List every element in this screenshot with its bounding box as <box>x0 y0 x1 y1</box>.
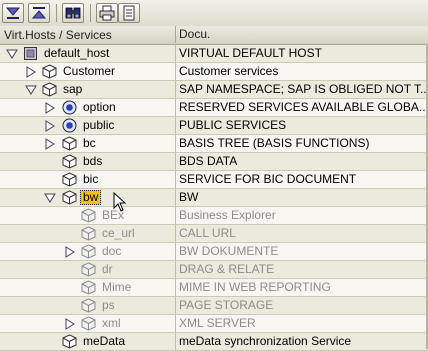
tree-row-bc[interactable]: bc BASIS TREE (BASIS FUNCTIONS) <box>0 135 428 153</box>
service-cube-icon <box>62 190 77 205</box>
tree-row-bds[interactable]: bds BDS DATA <box>0 153 428 171</box>
page-view-button[interactable] <box>118 3 140 23</box>
inactive-service-cube-icon <box>81 316 96 331</box>
service-tree: default_host VIRTUAL DEFAULT HOST Custom… <box>0 45 428 351</box>
expand-arrow-icon[interactable] <box>64 318 76 330</box>
expand-arrow-icon[interactable] <box>44 138 56 150</box>
inactive-service-cube-icon <box>81 280 96 295</box>
collapse-subtree-icon <box>31 7 47 19</box>
service-cube-icon <box>62 334 77 349</box>
tree-row-ps[interactable]: ps PAGE STORAGE <box>0 297 428 315</box>
node-docu: meData synchronization Service <box>179 334 352 348</box>
binoculars-icon <box>65 7 81 19</box>
page-icon <box>123 5 135 21</box>
node-label: bds <box>83 154 103 168</box>
namespace-globe-icon <box>62 118 77 133</box>
inactive-service-cube-icon <box>81 226 96 241</box>
node-label: ps <box>102 298 115 312</box>
node-label: public <box>83 118 115 132</box>
node-docu: BW DOKUMENTE <box>179 244 279 258</box>
node-label: BEx <box>102 208 125 222</box>
node-docu: VIRTUAL DEFAULT HOST <box>179 46 322 60</box>
print-button[interactable] <box>96 3 118 23</box>
tree-header: Virt.Hosts / Services Docu. <box>0 26 428 45</box>
service-cube-icon <box>62 136 77 151</box>
node-docu: XML SERVER <box>179 316 256 330</box>
tree-row-doc[interactable]: doc BW DOKUMENTE <box>0 243 428 261</box>
expand-all-button[interactable] <box>2 3 24 23</box>
tree-row-ce-url[interactable]: ce_url CALL URL <box>0 225 428 243</box>
selected-node-label[interactable]: bw <box>80 190 102 205</box>
node-docu: BASIS TREE (BASIS FUNCTIONS) <box>179 136 370 150</box>
expand-subtree-icon <box>5 7 21 19</box>
node-docu: PUBLIC SERVICES <box>179 118 287 132</box>
node-docu: BDS DATA <box>179 154 238 168</box>
inactive-service-cube-icon <box>81 244 96 259</box>
tree-row-dr[interactable]: dr DRAG & RELATE <box>0 261 428 279</box>
tree-row-bex[interactable]: BEx Business Explorer <box>0 207 428 225</box>
tree-row-medata[interactable]: meData meData synchronization Service <box>0 333 428 351</box>
node-docu: Customer services <box>179 64 279 78</box>
node-docu: SAP NAMESPACE; SAP IS OBLIGED NOT T... <box>179 82 428 96</box>
node-label: ce_url <box>102 226 135 240</box>
service-cube-icon <box>62 172 77 187</box>
node-label: sap <box>63 82 83 96</box>
node-label: dr <box>102 262 113 276</box>
node-label: bic <box>83 172 99 186</box>
toolbar <box>0 0 428 27</box>
column-header-virtual-hosts[interactable]: Virt.Hosts / Services <box>0 26 176 43</box>
node-label: xml <box>102 316 121 330</box>
node-label: bc <box>83 136 96 150</box>
tree-row-sap[interactable]: sap SAP NAMESPACE; SAP IS OBLIGED NOT T.… <box>0 81 428 99</box>
node-label: doc <box>102 244 122 258</box>
service-cube-icon <box>42 82 57 97</box>
inactive-service-cube-icon <box>81 262 96 277</box>
node-docu: CALL URL <box>179 226 236 240</box>
tree-row-bw[interactable]: bw BW <box>0 189 428 207</box>
node-docu: Business Explorer <box>179 208 276 222</box>
tree-row-option[interactable]: option RESERVED SERVICES AVAILABLE GLOBA… <box>0 99 428 117</box>
node-docu: DRAG & RELATE <box>179 262 275 276</box>
service-cube-icon <box>62 154 77 169</box>
toolbar-separator <box>56 4 57 22</box>
namespace-globe-icon <box>62 100 77 115</box>
printer-icon <box>99 5 115 21</box>
inactive-service-cube-icon <box>81 208 96 223</box>
node-label: Mime <box>102 280 132 294</box>
service-cube-icon <box>42 64 57 79</box>
expand-arrow-icon[interactable] <box>25 66 37 78</box>
node-docu: PAGE STORAGE <box>179 298 274 312</box>
node-label: option <box>83 100 116 114</box>
host-icon <box>24 47 37 60</box>
collapse-arrow-icon[interactable] <box>44 192 56 204</box>
node-docu: SERVICE FOR BIC DOCUMENT <box>179 172 357 186</box>
node-docu: BW <box>179 190 199 204</box>
node-label: meData <box>83 334 126 348</box>
node-label: Customer <box>63 64 116 78</box>
tree-row-customer[interactable]: Customer Customer services <box>0 63 428 81</box>
find-button[interactable] <box>62 3 84 23</box>
node-label: default_host <box>44 46 110 60</box>
collapse-arrow-icon[interactable] <box>25 84 37 96</box>
collapse-arrow-icon[interactable] <box>6 48 18 60</box>
tree-row-public[interactable]: public PUBLIC SERVICES <box>0 117 428 135</box>
node-docu: RESERVED SERVICES AVAILABLE GLOBA... <box>179 100 428 114</box>
collapse-all-button[interactable] <box>28 3 50 23</box>
tree-row-default-host[interactable]: default_host VIRTUAL DEFAULT HOST <box>0 45 428 63</box>
column-header-docu[interactable]: Docu. <box>176 26 428 43</box>
tree-row-xml[interactable]: xml XML SERVER <box>0 315 428 333</box>
node-docu: MIME IN WEB REPORTING <box>179 280 331 294</box>
inactive-service-cube-icon <box>81 298 96 313</box>
tree-row-mime[interactable]: Mime MIME IN WEB REPORTING <box>0 279 428 297</box>
tree-row-bic[interactable]: bic SERVICE FOR BIC DOCUMENT <box>0 171 428 189</box>
expand-arrow-icon[interactable] <box>44 120 56 132</box>
expand-arrow-icon[interactable] <box>64 246 76 258</box>
toolbar-separator <box>90 4 91 22</box>
expand-arrow-icon[interactable] <box>44 102 56 114</box>
